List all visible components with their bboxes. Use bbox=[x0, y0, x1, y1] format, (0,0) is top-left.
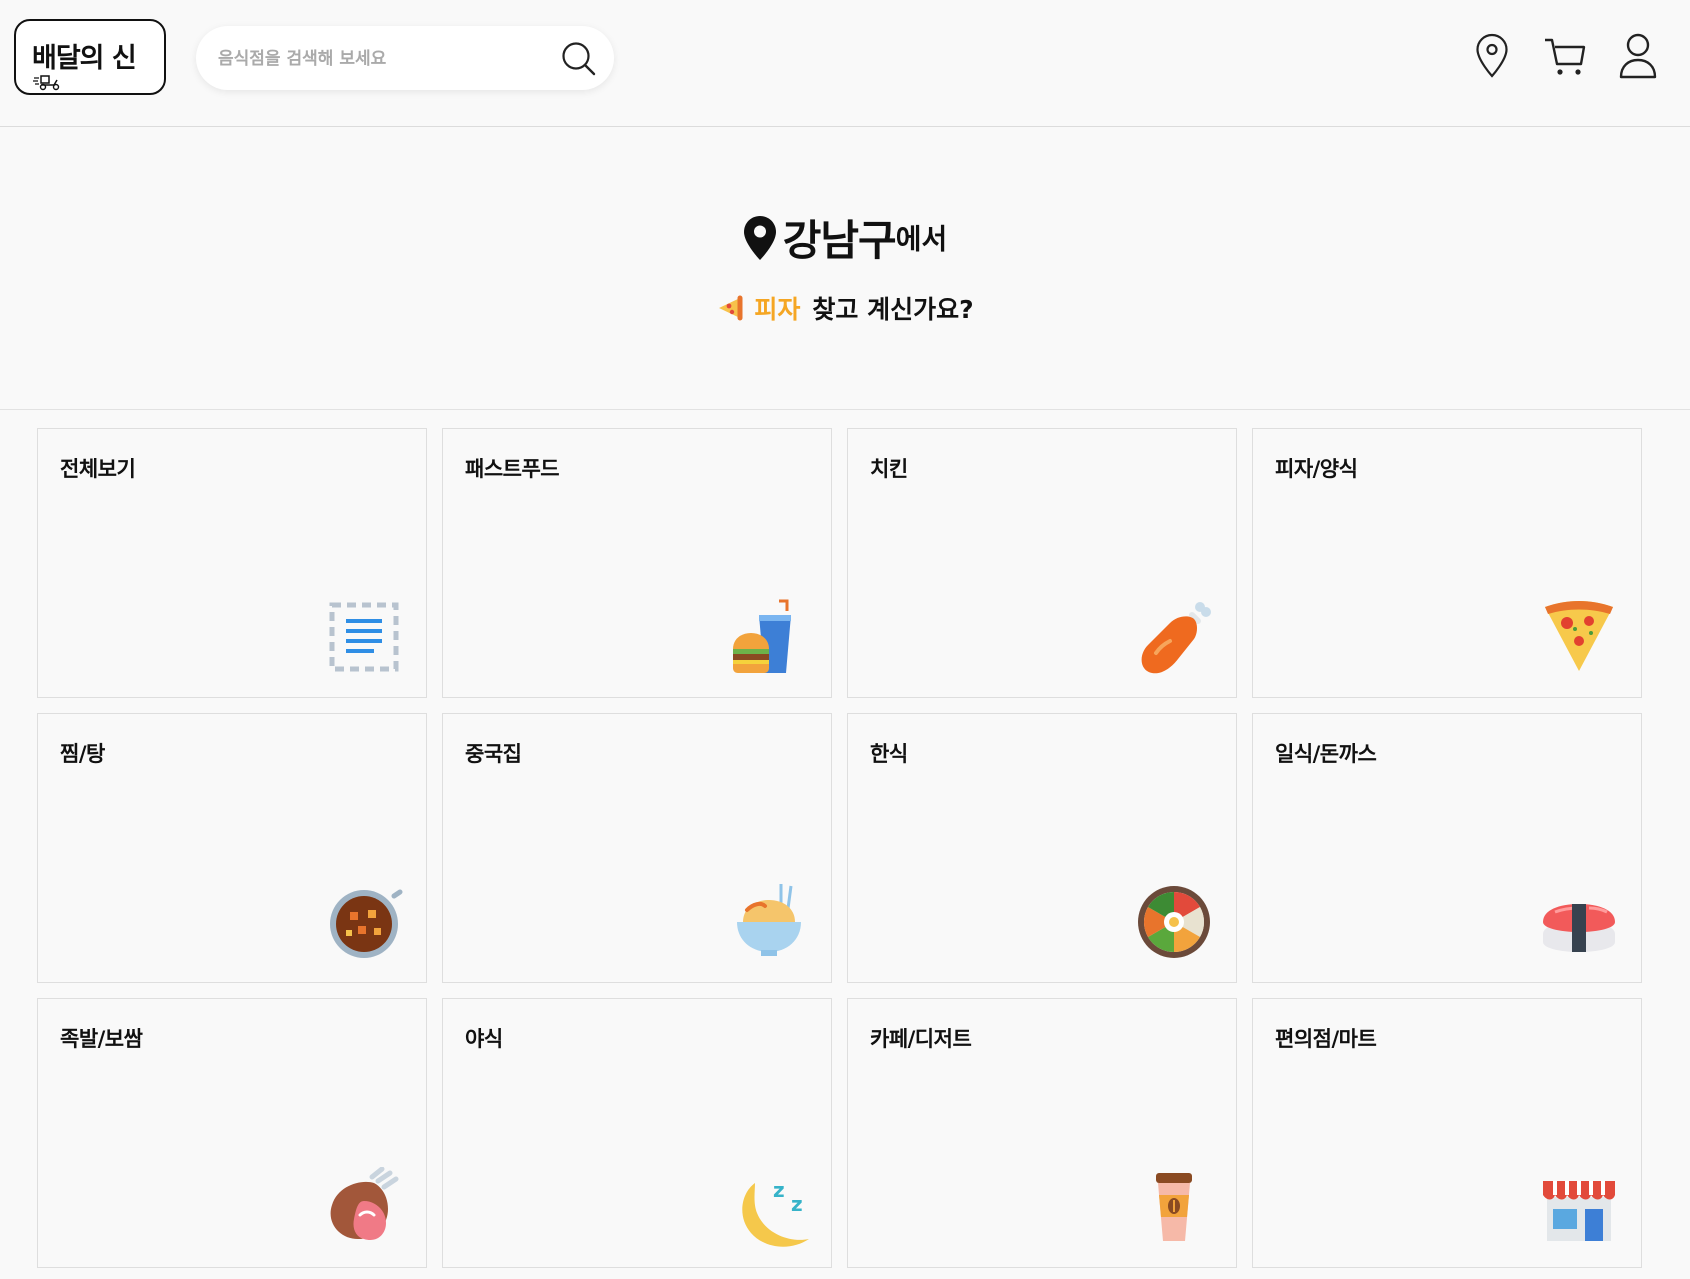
category-card-pork[interactable]: 족발/보쌈 bbox=[37, 998, 427, 1268]
map-marker-icon bbox=[743, 215, 776, 260]
category-label: 피자/양식 bbox=[1275, 457, 1358, 481]
coffee-cup-icon bbox=[1156, 1173, 1192, 1241]
burger-drink-icon bbox=[733, 599, 791, 673]
search-bar bbox=[196, 26, 614, 90]
location-heading: 강남구에서 bbox=[0, 207, 1690, 268]
stew-pot-icon bbox=[330, 889, 403, 958]
logo[interactable]: 배달의 신 bbox=[14, 19, 166, 95]
recommended-keyword[interactable]: 피자 bbox=[754, 295, 800, 324]
pork-hock-icon bbox=[330, 1167, 399, 1241]
bibimbap-icon bbox=[1138, 886, 1210, 958]
category-label: 전체보기 bbox=[60, 457, 136, 481]
category-label: 한식 bbox=[870, 742, 908, 766]
noodle-bowl-icon bbox=[737, 884, 801, 956]
hero-section: 강남구에서 피자 찾고 계신가요? bbox=[0, 127, 1690, 410]
category-label: 패스트푸드 bbox=[465, 457, 560, 481]
category-card-latenight[interactable]: 야식 z z bbox=[442, 998, 832, 1268]
category-card-fastfood[interactable]: 패스트푸드 bbox=[442, 428, 832, 698]
svg-text:z: z bbox=[791, 1192, 803, 1216]
list-icon bbox=[329, 602, 399, 672]
category-card-cafe[interactable]: 카페/디저트 bbox=[847, 998, 1237, 1268]
sushi-icon bbox=[1543, 904, 1615, 952]
location-name[interactable]: 강남구 bbox=[783, 216, 897, 265]
logo-text: 배달의 신 bbox=[32, 43, 137, 74]
category-label: 일식/돈까스 bbox=[1275, 742, 1377, 766]
category-card-stew[interactable]: 찜/탕 bbox=[37, 713, 427, 983]
category-card-chicken[interactable]: 치킨 bbox=[847, 428, 1237, 698]
svg-text:z: z bbox=[773, 1178, 785, 1202]
category-label: 야식 bbox=[465, 1027, 503, 1051]
category-card-convenience[interactable]: 편의점/마트 bbox=[1252, 998, 1642, 1268]
category-label: 편의점/마트 bbox=[1275, 1027, 1377, 1051]
recommendation-line: 피자 찾고 계신가요? bbox=[0, 290, 1690, 326]
category-label: 찜/탕 bbox=[60, 742, 105, 766]
pizza-slice-icon bbox=[719, 295, 743, 321]
cart-icon[interactable] bbox=[1543, 36, 1587, 78]
moon-sleep-icon: z z bbox=[742, 1178, 809, 1247]
chicken-leg-icon bbox=[1141, 602, 1211, 674]
category-label: 중국집 bbox=[465, 742, 522, 766]
category-label: 치킨 bbox=[870, 457, 908, 481]
category-card-korean[interactable]: 한식 bbox=[847, 713, 1237, 983]
pizza-icon bbox=[1545, 601, 1613, 671]
category-label: 카페/디저트 bbox=[870, 1027, 972, 1051]
category-card-japanese[interactable]: 일식/돈까스 bbox=[1252, 713, 1642, 983]
category-card-chinese[interactable]: 중국집 bbox=[442, 713, 832, 983]
search-icon[interactable] bbox=[560, 40, 598, 78]
recommendation-question: 찾고 계신가요? bbox=[812, 295, 974, 324]
search-input[interactable] bbox=[216, 42, 550, 76]
category-label: 족발/보쌈 bbox=[60, 1027, 143, 1051]
location-suffix: 에서 bbox=[895, 222, 948, 256]
scooter-icon bbox=[33, 75, 60, 91]
user-icon[interactable] bbox=[1618, 32, 1658, 80]
store-icon bbox=[1543, 1181, 1615, 1241]
category-card-pizza[interactable]: 피자/양식 bbox=[1252, 428, 1642, 698]
header: 배달의 신 bbox=[0, 0, 1690, 127]
category-grid: 전체보기 패스트푸드 치킨 피자/양식 찜/탕 중국집 한식 일식/돈까스 족발… bbox=[37, 428, 1642, 1268]
location-pin-icon[interactable] bbox=[1474, 32, 1510, 80]
category-card-all[interactable]: 전체보기 bbox=[37, 428, 427, 698]
